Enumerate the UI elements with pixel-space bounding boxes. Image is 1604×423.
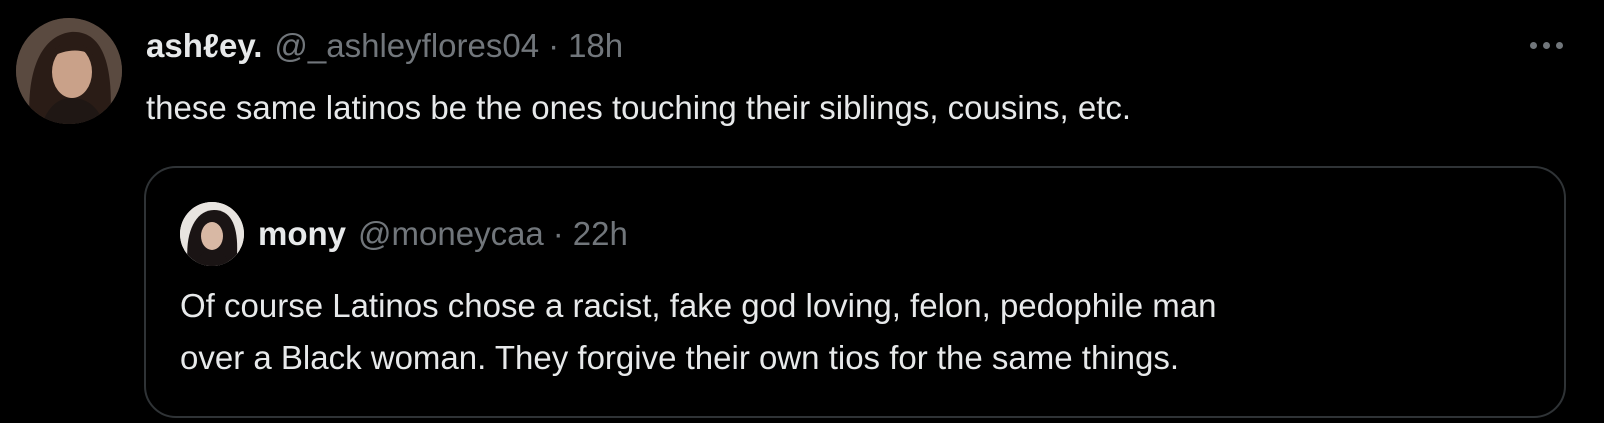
quoted-tweet-text: Of course Latinos chose a racist, fake g… [180,280,1540,384]
quoted-tweet[interactable]: mony @moneycaa · 22h Of course Latinos c… [144,166,1566,418]
tweet-timestamp[interactable]: 18h [568,27,623,65]
author-handle[interactable]: @_ashleyflores04 [274,27,539,65]
more-dot [1529,41,1537,49]
more-dot [1555,41,1563,49]
profile-photo-icon [180,202,244,266]
quoted-tweet-header: mony @moneycaa · 22h [258,212,628,256]
author-display-name[interactable]: ashℓey. [146,27,262,65]
more-options-icon[interactable] [1520,30,1572,60]
tweet-text: these same latinos be the ones touching … [146,89,1132,126]
tweet-header: ashℓey. @_ashleyflores04 · 18h [146,26,623,66]
quoted-text-line: over a Black woman. They forgive their o… [180,339,1180,376]
quoted-author-display-name[interactable]: mony [258,215,346,253]
quoted-tweet-timestamp[interactable]: 22h [573,215,628,253]
quoted-text-line: Of course Latinos chose a racist, fake g… [180,287,1217,324]
quoted-author-avatar[interactable] [180,202,244,266]
quoted-author-handle[interactable]: @moneycaa [358,215,544,253]
profile-photo-icon [16,18,122,124]
header-separator: · [548,27,560,64]
author-avatar[interactable] [16,18,122,124]
more-dot [1542,41,1550,49]
quoted-header-separator: · [552,215,564,252]
tweet[interactable]: ashℓey. @_ashleyflores04 · 18h these sam… [0,0,1604,423]
